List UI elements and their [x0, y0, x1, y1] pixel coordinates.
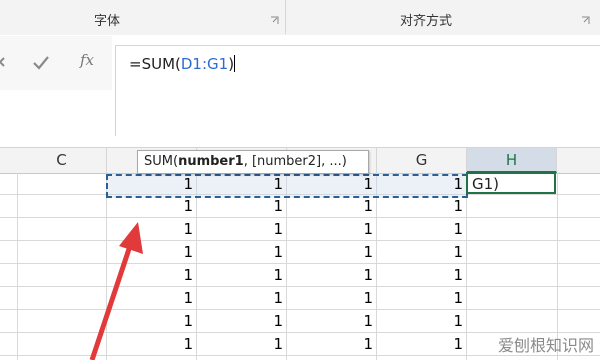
formula-prefix: =SUM( [129, 55, 181, 73]
ribbon-divider [285, 0, 286, 34]
cell-value[interactable]: 1 [173, 333, 193, 355]
check-icon[interactable] [33, 56, 49, 70]
cell-value[interactable]: 1 [353, 333, 373, 355]
cell-value[interactable]: 1 [263, 173, 283, 195]
cell-value[interactable]: 1 [443, 218, 463, 240]
cell-value[interactable]: 1 [173, 173, 193, 195]
alignment-dialog-launcher-icon[interactable] [581, 16, 590, 25]
red-arrow-icon [89, 222, 143, 360]
cell-value[interactable]: 1 [443, 173, 463, 195]
cell-value[interactable]: 1 [263, 241, 283, 263]
cell-value[interactable]: 1 [173, 287, 193, 309]
formula-text: =SUM(D1:G1) [129, 55, 236, 73]
cell-value[interactable]: 1 [353, 310, 373, 332]
cell-value[interactable]: 1 [443, 264, 463, 286]
cell-value[interactable]: 1 [353, 195, 373, 217]
cell-value[interactable]: 1 [263, 333, 283, 355]
cell-value[interactable]: 1 [443, 195, 463, 217]
formula-range-ref: D1:G1 [180, 55, 229, 73]
column-header-h[interactable]: H [467, 148, 557, 173]
cell-value[interactable]: 1 [263, 287, 283, 309]
tooltip-function-name: SUM( [144, 154, 179, 169]
cell-value[interactable]: 1 [263, 218, 283, 240]
ribbon: 字体 对齐方式 [0, 0, 600, 36]
watermark: 爱刨根知识网 [497, 336, 594, 355]
cell-value[interactable]: 1 [173, 264, 193, 286]
cell-value[interactable]: 1 [353, 287, 373, 309]
formula-input[interactable]: =SUM(D1:G1) [115, 45, 600, 136]
cell-value[interactable]: 1 [173, 195, 193, 217]
ribbon-group-font-label: 字体 [94, 14, 121, 29]
cell-value[interactable]: 1 [263, 195, 283, 217]
font-dialog-launcher-icon[interactable] [270, 16, 279, 25]
text-cursor [234, 55, 236, 72]
tooltip-remaining-arguments: , [number2], ...) [243, 154, 347, 169]
active-cell-h1[interactable]: G1) [466, 172, 556, 194]
ribbon-group-alignment-label: 对齐方式 [400, 14, 453, 29]
cell-value[interactable]: 1 [443, 287, 463, 309]
cell-value[interactable]: 1 [353, 264, 373, 286]
insert-function-button[interactable]: fx [80, 51, 94, 69]
tooltip-current-argument[interactable]: number1 [178, 154, 244, 169]
cell-value[interactable]: 1 [263, 310, 283, 332]
cell-value[interactable]: 1 [263, 264, 283, 286]
column-header-c[interactable]: C [17, 148, 107, 173]
active-cell-text: G1) [472, 175, 500, 193]
cell-value[interactable]: 1 [353, 173, 373, 195]
cell-value[interactable]: 1 [443, 310, 463, 332]
cell-value[interactable]: 1 [443, 333, 463, 355]
cell-value[interactable]: 1 [173, 218, 193, 240]
formula-range-highlight [106, 174, 468, 198]
cancel-icon[interactable] [0, 56, 6, 68]
cell-value[interactable]: 1 [353, 241, 373, 263]
cell-value[interactable]: 1 [443, 241, 463, 263]
cell-value[interactable]: 1 [173, 241, 193, 263]
column-header-next[interactable] [558, 148, 600, 173]
function-argument-tooltip: SUM(number1, [number2], ...) [137, 150, 369, 174]
column-header-g[interactable]: G [377, 148, 467, 173]
cell-value[interactable]: 1 [173, 310, 193, 332]
formula-bar-buttons: fx [0, 36, 112, 90]
cell-value[interactable]: 1 [353, 218, 373, 240]
